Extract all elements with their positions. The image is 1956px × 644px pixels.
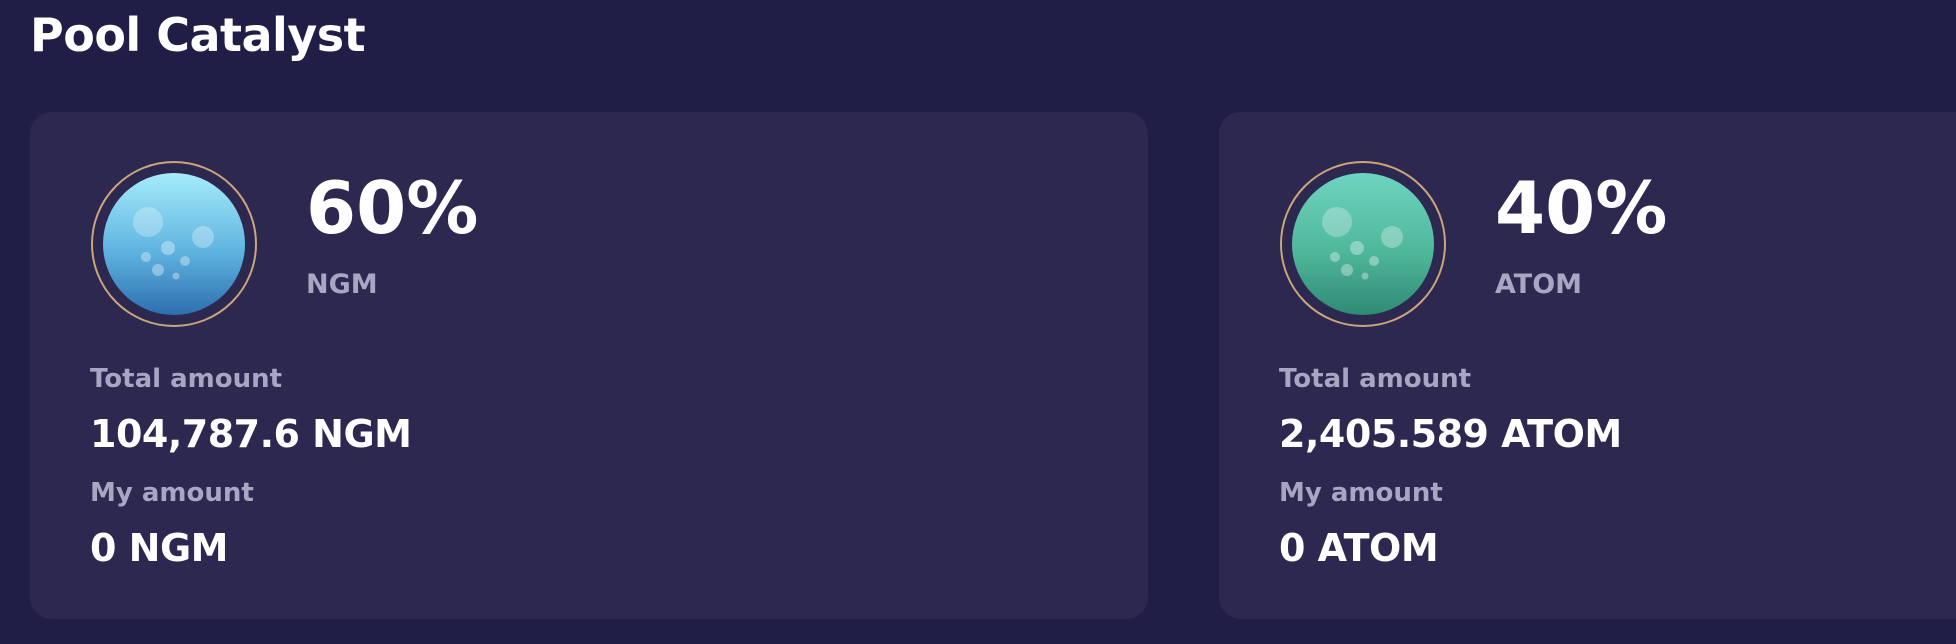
ngm-token-icon	[90, 160, 258, 328]
asset-percent: 40%	[1495, 166, 1668, 250]
total-amount-label: Total amount	[90, 364, 283, 394]
my-amount-label: My amount	[90, 478, 254, 508]
total-amount-label: Total amount	[1279, 364, 1472, 394]
atom-token-icon	[1279, 160, 1447, 328]
my-amount-value: 0 ATOM	[1279, 526, 1439, 570]
my-amount-label: My amount	[1279, 478, 1443, 508]
asset-card-atom: 40% ATOM Total amount 2,405.589 ATOM My …	[1219, 112, 1956, 619]
my-amount-value: 0 NGM	[90, 526, 228, 570]
total-amount-value: 104,787.6 NGM	[90, 412, 412, 456]
asset-percent: 60%	[306, 166, 479, 250]
asset-symbol: NGM	[306, 269, 378, 300]
asset-card-ngm: 60% NGM Total amount 104,787.6 NGM My am…	[30, 112, 1148, 619]
pool-catalyst-page: Pool Catalyst 60% NGM Total amount 104,7…	[0, 0, 1956, 644]
page-title: Pool Catalyst	[30, 8, 366, 62]
asset-symbol: ATOM	[1495, 269, 1583, 300]
total-amount-value: 2,405.589 ATOM	[1279, 412, 1622, 456]
